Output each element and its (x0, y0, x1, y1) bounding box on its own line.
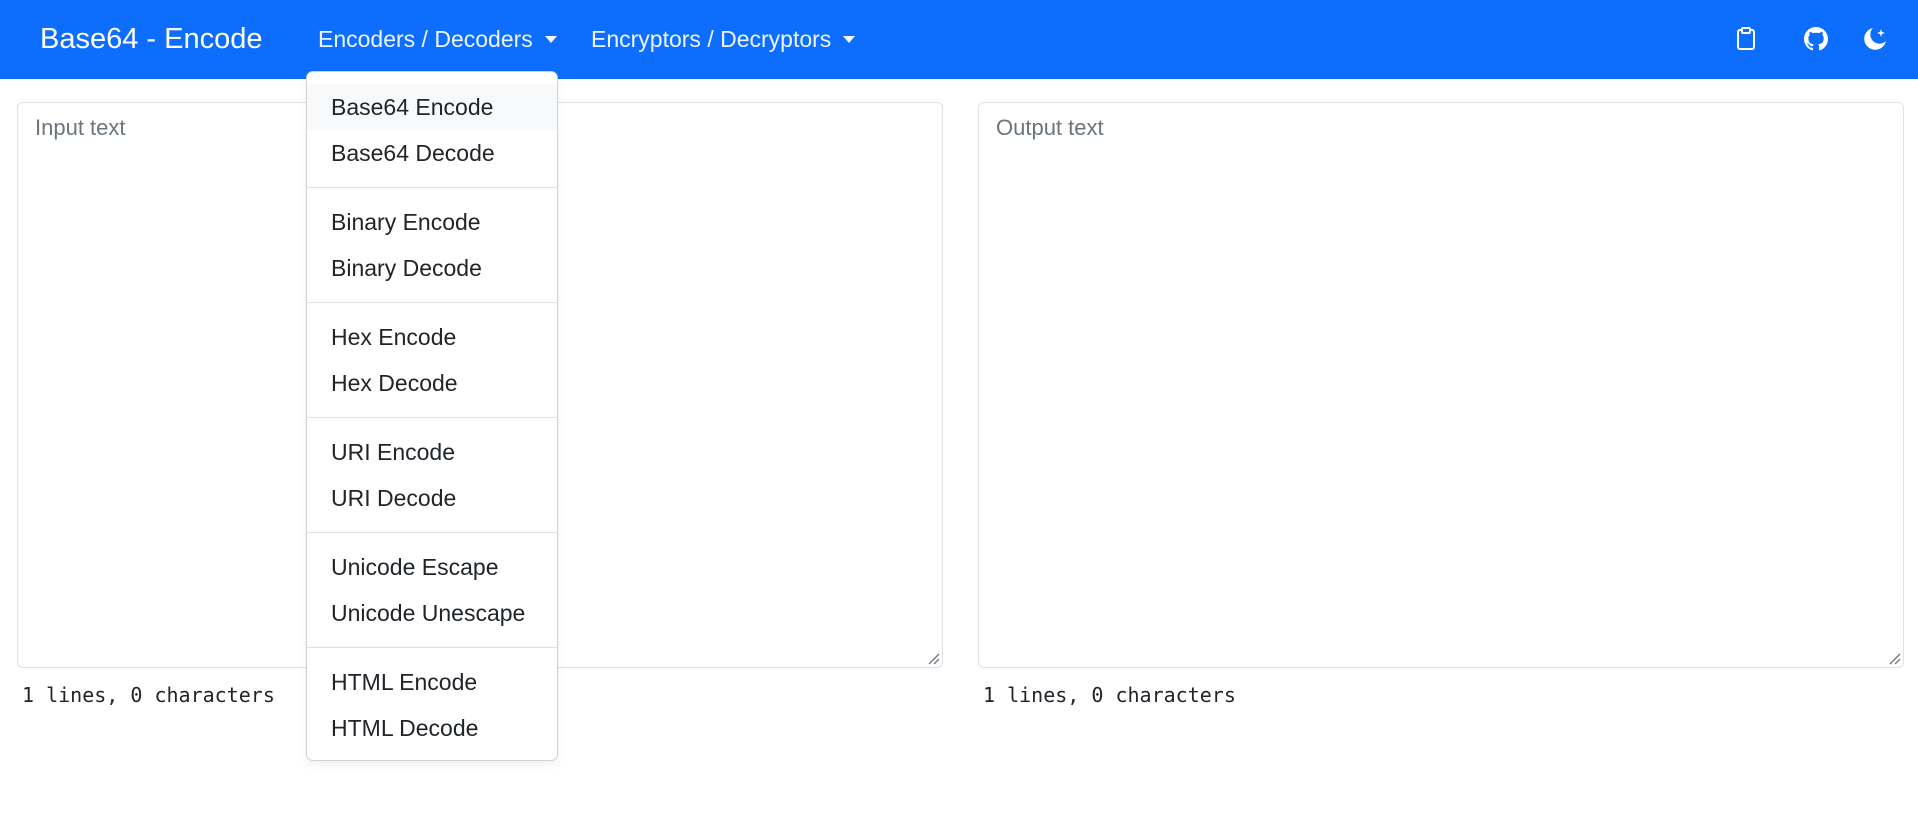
menu-item-base64-decode[interactable]: Base64 Decode (307, 130, 557, 176)
encoders-dropdown-menu: Base64 Encode Base64 Decode Binary Encod… (306, 71, 558, 761)
menu-item-uri-decode[interactable]: URI Decode (307, 475, 557, 521)
encryptors-decryptors-label: Encryptors / Decryptors (591, 26, 832, 52)
moon-stars-icon (1864, 28, 1886, 50)
menu-item-uri-encode[interactable]: URI Encode (307, 429, 557, 475)
input-stats: 1 lines, 0 characters (22, 683, 275, 707)
caret-down-icon (544, 36, 557, 43)
app-title[interactable]: Base64 - Encode (40, 20, 262, 58)
dropdown-divider (307, 647, 557, 648)
menu-item-hex-encode[interactable]: Hex Encode (307, 314, 557, 360)
output-stats: 1 lines, 0 characters (983, 683, 1236, 707)
menu-item-html-encode[interactable]: HTML Encode (307, 659, 557, 705)
navbar: Base64 - Encode Encoders / Decoders Encr… (0, 0, 1918, 79)
menu-item-unicode-unescape[interactable]: Unicode Unescape (307, 590, 557, 636)
dropdown-divider (307, 187, 557, 188)
menu-item-base64-encode[interactable]: Base64 Encode (307, 84, 557, 130)
caret-down-icon (843, 36, 856, 43)
dropdown-divider (307, 417, 557, 418)
clipboard-icon (1737, 27, 1755, 50)
resize-grip-icon[interactable] (1887, 651, 1901, 665)
encryptors-decryptors-menu[interactable]: Encryptors / Decryptors (591, 24, 856, 54)
menu-item-binary-decode[interactable]: Binary Decode (307, 245, 557, 291)
resize-grip-icon[interactable] (926, 651, 940, 665)
encoders-decoders-label: Encoders / Decoders (318, 26, 533, 52)
menu-item-binary-encode[interactable]: Binary Encode (307, 199, 557, 245)
theme-toggle-button[interactable] (1860, 24, 1890, 54)
clipboard-button[interactable] (1731, 24, 1761, 54)
dropdown-divider (307, 532, 557, 533)
dropdown-divider (307, 302, 557, 303)
menu-item-hex-decode[interactable]: Hex Decode (307, 360, 557, 406)
github-button[interactable] (1801, 24, 1831, 54)
output-panel (978, 102, 1904, 668)
output-textarea[interactable] (979, 103, 1903, 667)
github-icon (1804, 27, 1828, 51)
encoders-decoders-menu[interactable]: Encoders / Decoders (318, 24, 557, 54)
menu-item-unicode-escape[interactable]: Unicode Escape (307, 544, 557, 590)
menu-item-html-decode[interactable]: HTML Decode (307, 705, 557, 751)
